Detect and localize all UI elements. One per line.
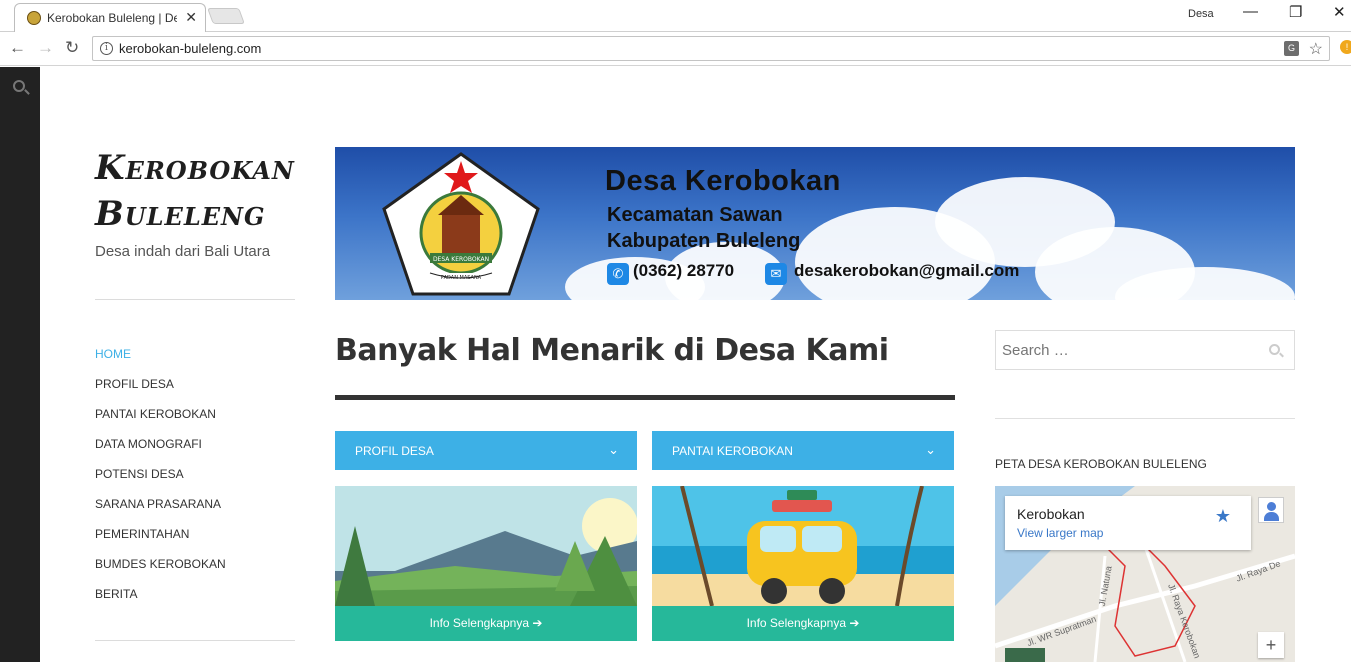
search-form — [995, 330, 1295, 370]
map-info-card: Kerobokan View larger map ★ — [1005, 496, 1251, 550]
street-view-pegman-icon[interactable] — [1258, 497, 1284, 523]
menu-item-profil-desa[interactable]: PROFIL DESA — [95, 377, 226, 407]
card-header[interactable]: PANTAI KEROBOKAN ⌄ — [652, 431, 954, 470]
url-text[interactable]: kerobokan-buleleng.com — [119, 41, 261, 56]
back-button[interactable]: ← — [9, 38, 26, 58]
site-description: Desa indah dari Bali Utara — [95, 243, 271, 260]
minimize-button[interactable]: — — [1243, 3, 1258, 20]
headline-rule — [335, 395, 955, 400]
banner-title: Desa Kerobokan — [605, 165, 841, 197]
close-tab-icon[interactable]: ✕ — [185, 9, 197, 26]
menu-item-pemerintahan[interactable]: PEMERINTAHAN — [95, 527, 226, 557]
menu-item-data-monografi[interactable]: DATA MONOGRAFI — [95, 437, 226, 467]
menu-item-berita[interactable]: BERITA — [95, 587, 226, 617]
info-button[interactable]: Info Selengkapnya ➔ — [335, 606, 637, 641]
main-menu: HOME PROFIL DESA PANTAI KEROBOKAN DATA M… — [95, 347, 226, 617]
divider — [95, 299, 295, 300]
menu-item-sarana-prasarana[interactable]: SARANA PRASARANA — [95, 497, 226, 527]
browser-toolbar: ← → ↻ i kerobokan-buleleng.com G ☆ ! — [0, 32, 1351, 66]
site-title-line1: Kerobokan — [95, 148, 295, 188]
search-icon[interactable] — [13, 80, 25, 92]
extension-icon[interactable]: ! — [1340, 40, 1351, 54]
search-icon[interactable] — [1269, 344, 1280, 355]
card-title: PANTAI KEROBOKAN — [672, 444, 793, 458]
info-button-label: Info Selengkapnya — [746, 616, 846, 630]
site-info-icon[interactable]: i — [100, 42, 113, 55]
banner-email: desakerobokan@gmail.com — [794, 261, 1020, 280]
browser-tabbar: Kerobokan Buleleng | De ✕ Desa — ❐ ✕ — [0, 0, 1351, 32]
search-input[interactable] — [996, 331, 1256, 369]
menu-item-bumdes-kerobokan[interactable]: BUMDES KEROBOKAN — [95, 557, 226, 587]
restore-button[interactable]: ❐ — [1289, 3, 1302, 21]
phone-icon: ✆ — [607, 263, 629, 285]
forward-button[interactable]: → — [37, 38, 54, 58]
map-place-name: Kerobokan — [1017, 506, 1085, 522]
card-image-beach-car[interactable] — [652, 486, 954, 606]
reload-button[interactable]: ↻ — [65, 38, 79, 58]
card-profil-desa: PROFIL DESA ⌄ Info Selengkapnya ➔ — [335, 431, 637, 641]
close-window-button[interactable]: ✕ — [1333, 3, 1346, 21]
header-banner[interactable]: DESA KEROBOKAN PADAN MASANA Desa Kerobok… — [335, 147, 1295, 300]
embedded-map[interactable]: Jl. WR Supratman Jl. Natuna Jl. Raya Ker… — [995, 486, 1295, 662]
divider — [95, 640, 295, 641]
banner-phone: (0362) 28770 — [633, 261, 735, 280]
banner-regency: Kabupaten Buleleng — [607, 230, 801, 252]
tab-title: Kerobokan Buleleng | De — [47, 11, 177, 25]
card-image-landscape[interactable] — [335, 486, 637, 606]
arrow-circle-icon: ➔ — [849, 616, 860, 630]
info-button[interactable]: Info Selengkapnya ➔ — [652, 606, 954, 641]
address-bar[interactable]: i kerobokan-buleleng.com G ☆ — [92, 36, 1330, 61]
divider — [995, 418, 1295, 419]
page-headline: Banyak Hal Menarik di Desa Kami — [335, 333, 889, 368]
site-title-line2: Buleleng — [95, 194, 266, 234]
zoom-in-button[interactable]: + — [1258, 632, 1284, 658]
logo-caption: DESA KEROBOKAN — [433, 256, 489, 263]
view-larger-map-link[interactable]: View larger map — [1017, 526, 1103, 540]
banner-district: Kecamatan Sawan — [607, 204, 783, 226]
profile-button[interactable]: Desa — [1188, 8, 1214, 20]
card-pantai-kerobokan: PANTAI KEROBOKAN ⌄ Info Selengkapnya ➔ — [652, 431, 954, 641]
favicon-icon — [27, 11, 41, 25]
info-button-label: Info Selengkapnya — [429, 616, 529, 630]
chevron-down-icon[interactable]: ⌄ — [608, 442, 619, 458]
mail-icon: ✉ — [765, 263, 787, 285]
new-tab-button[interactable] — [207, 8, 245, 24]
menu-item-potensi-desa[interactable]: POTENSI DESA — [95, 467, 226, 497]
browser-tab[interactable]: Kerobokan Buleleng | De ✕ — [14, 3, 206, 32]
village-logo: DESA KEROBOKAN PADAN MASANA — [382, 152, 540, 296]
site-title[interactable]: Kerobokan Buleleng — [95, 145, 305, 237]
menu-item-home[interactable]: HOME — [95, 347, 226, 377]
logo-motto: PADAN MASANA — [441, 275, 482, 281]
left-toolbar — [0, 67, 40, 662]
arrow-circle-icon: ➔ — [532, 616, 543, 630]
card-title: PROFIL DESA — [355, 444, 434, 458]
bookmark-star-icon[interactable]: ☆ — [1309, 39, 1323, 59]
chevron-down-icon[interactable]: ⌄ — [925, 442, 936, 458]
card-header[interactable]: PROFIL DESA ⌄ — [335, 431, 637, 470]
map-widget-title: PETA DESA KEROBOKAN BULELENG — [995, 457, 1207, 471]
translate-icon[interactable]: G — [1284, 41, 1299, 56]
menu-item-pantai-kerobokan[interactable]: PANTAI KEROBOKAN — [95, 407, 226, 437]
save-star-icon[interactable]: ★ — [1215, 506, 1231, 527]
